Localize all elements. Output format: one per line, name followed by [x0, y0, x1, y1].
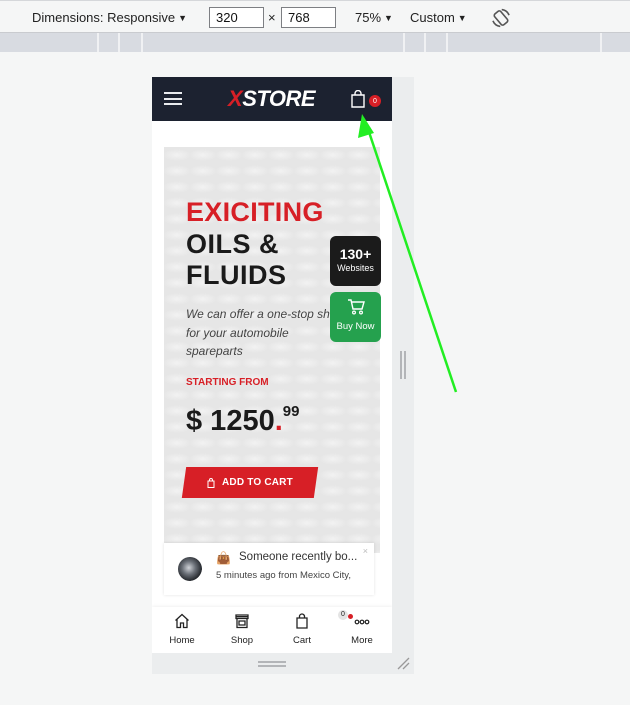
- media-query-bar[interactable]: [0, 33, 630, 52]
- close-icon[interactable]: ×: [363, 546, 368, 556]
- width-input[interactable]: [209, 7, 264, 28]
- cart-bag-icon: [296, 613, 308, 629]
- logo-text: STORE: [242, 86, 316, 111]
- popup-subtitle: 5 minutes ago from Mexico City,: [216, 570, 351, 581]
- hero-desc-line3: spareparts: [186, 344, 243, 358]
- hero-desc-line1: We can offer a one-stop sh: [186, 307, 330, 321]
- dimensions-label: Dimensions: Responsive: [32, 10, 176, 25]
- menu-icon[interactable]: [164, 92, 182, 105]
- notification-dot: [348, 614, 353, 619]
- rotate-icon[interactable]: [490, 7, 512, 29]
- cart-icon: [347, 299, 365, 315]
- bottom-nav: Home Shop 0 Cart More: [152, 607, 392, 653]
- caret-down-icon: ▼: [457, 12, 467, 23]
- logo-x: X: [228, 86, 243, 111]
- shop-icon: [235, 614, 249, 629]
- nav-more[interactable]: More: [332, 607, 392, 653]
- price-dot: .: [274, 405, 283, 437]
- hero-headline: OILS & FLUIDS: [186, 229, 287, 291]
- throttle-dropdown[interactable]: Custom ▼: [410, 1, 467, 34]
- hero-headline-line2: OILS &: [186, 229, 280, 259]
- corner-resize-handle[interactable]: [396, 656, 410, 670]
- hero-desc-line2: for your automobile: [186, 325, 289, 340]
- zoom-dropdown[interactable]: 75% ▼: [355, 1, 393, 34]
- more-icon: [354, 619, 370, 625]
- throttle-label: Custom: [410, 10, 455, 25]
- times-separator: ×: [268, 10, 276, 25]
- shopping-bag-icon[interactable]: [350, 90, 366, 108]
- buy-now-label: Buy Now: [336, 321, 375, 332]
- product-thumbnail: [178, 557, 202, 581]
- nav-cart-label: Cart: [293, 635, 311, 646]
- bag-icon: [207, 477, 215, 488]
- recent-purchase-popup[interactable]: 👜 Someone recently bo... 5 minutes ago f…: [164, 543, 374, 595]
- hero-banner: EXICITING OILS & FLUIDS We can offer a o…: [164, 147, 380, 553]
- height-resize-handle[interactable]: [258, 661, 286, 667]
- price-main: $ 1250: [186, 405, 275, 437]
- websites-count: 130+: [339, 246, 372, 262]
- caret-down-icon: ▼: [384, 12, 393, 23]
- add-to-cart-button[interactable]: ADD TO CART: [181, 467, 319, 498]
- cart-count-badge: 0: [369, 95, 381, 107]
- handbag-icon: 👜: [216, 551, 231, 565]
- price: $ 1250.99: [186, 403, 300, 438]
- hero-description: We can offer a one-stop sh for your auto…: [186, 305, 346, 361]
- price-cents: 99: [282, 403, 300, 420]
- websites-label: Websites: [337, 263, 374, 273]
- device-viewport: XSTORE 0 EXICITING OILS & FLUIDS We can …: [152, 77, 392, 653]
- site-header: XSTORE 0: [152, 77, 392, 121]
- hero-headline-red: EXICITING: [186, 197, 324, 227]
- hero-headline-line3: FLUIDS: [186, 260, 287, 290]
- buy-now-tab[interactable]: Buy Now: [330, 292, 381, 342]
- websites-tab[interactable]: 130+ Websites: [330, 236, 381, 286]
- dimensions-dropdown[interactable]: Dimensions: Responsive ▼: [32, 1, 187, 34]
- caret-down-icon: ▼: [178, 12, 187, 23]
- starting-from-label: STARTING FROM: [186, 377, 269, 388]
- device-toolbar: Dimensions: Responsive ▼ × 75% ▼ Custom …: [0, 0, 630, 33]
- nav-home-label: Home: [169, 635, 195, 646]
- width-resize-handle[interactable]: [400, 351, 406, 379]
- add-to-cart-label: ADD TO CART: [222, 477, 293, 488]
- popup-title: Someone recently bo...: [239, 551, 358, 563]
- nav-cart[interactable]: 0 Cart: [272, 607, 348, 653]
- site-logo[interactable]: XSTORE: [228, 86, 316, 112]
- nav-shop[interactable]: Shop: [212, 607, 272, 653]
- home-icon: [175, 613, 189, 629]
- zoom-label: 75%: [355, 10, 382, 25]
- nav-shop-label: Shop: [230, 635, 254, 646]
- nav-more-label: More: [351, 635, 373, 646]
- height-input[interactable]: [281, 7, 336, 28]
- nav-home[interactable]: Home: [152, 607, 212, 653]
